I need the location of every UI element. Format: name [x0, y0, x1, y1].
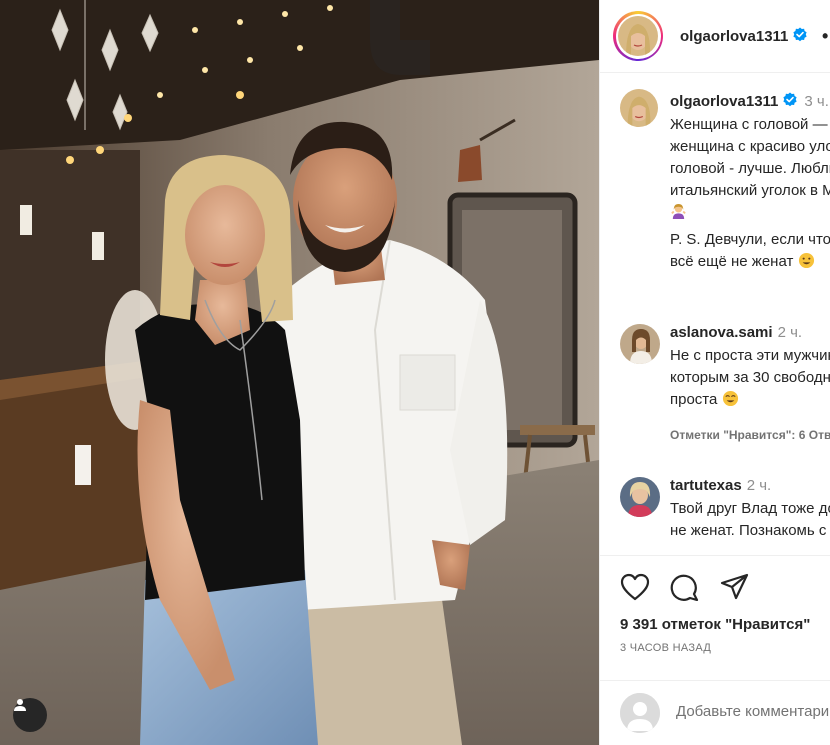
verified-badge-icon: [793, 27, 808, 42]
caption-timestamp[interactable]: 3 ч.: [804, 93, 829, 110]
comment-username[interactable]: aslanova.sami 2 ч.: [670, 324, 802, 341]
woman-shrugging-emoji-icon: [671, 203, 686, 220]
add-comment-input[interactable]: [676, 703, 830, 720]
heart-icon: [620, 573, 650, 601]
caption-ps-line: всё ещё не женат: [670, 251, 815, 273]
comment-text-line: проста: [670, 389, 739, 411]
author-avatar-ring[interactable]: [613, 11, 663, 61]
verified-badge-icon: [783, 92, 798, 107]
comment-username[interactable]: tartutexas 2 ч.: [670, 477, 771, 494]
caption-line: женщина с красиво уложенной: [670, 138, 830, 155]
comments-scroll-area[interactable]: olgaorlova1311 3 ч. Женщина с головой — …: [600, 74, 830, 554]
comment-username-text[interactable]: aslanova.sami: [670, 324, 773, 341]
more-horizontal-icon: •: [822, 26, 830, 46]
like-button[interactable]: [620, 573, 650, 606]
post-photo[interactable]: [0, 0, 599, 745]
comment-text-line: Не с проста эти мужчины,: [670, 347, 830, 364]
author-username-text[interactable]: olgaorlova1311: [680, 28, 788, 45]
caption-emoji-line: [670, 202, 687, 224]
comment-timestamp[interactable]: 2 ч.: [747, 477, 772, 494]
caption-line: итальянский уголок в Москве: [670, 182, 830, 199]
caption-ps-text: всё ещё не женат: [670, 253, 794, 270]
caption-author-avatar[interactable]: [620, 89, 658, 127]
comment-button[interactable]: [670, 573, 700, 606]
caption-username-text[interactable]: olgaorlova1311: [670, 93, 778, 110]
add-comment-bar: [600, 680, 830, 745]
comment-avatar[interactable]: [620, 324, 660, 364]
author-avatar: [618, 16, 658, 56]
author-username[interactable]: olgaorlova1311: [680, 27, 808, 45]
grinning-emoji-icon: [798, 252, 814, 269]
comment-text-line: не женат. Познакомь с ним): [670, 522, 830, 539]
user-tag-icon: [14, 699, 26, 711]
post-actions: 9 391 отметок "Нравится" 3 ЧАСОВ НАЗАД: [600, 555, 830, 745]
comment-icon: [670, 574, 699, 602]
caption-ps-line: P. S. Девчули, если что, Андрей: [670, 231, 830, 248]
paper-plane-icon: [720, 573, 749, 600]
more-options-button[interactable]: •: [822, 26, 829, 47]
smiling-emoji-icon: [722, 390, 738, 407]
comment-avatar[interactable]: [620, 477, 660, 517]
post-time-ago[interactable]: 3 ЧАСОВ НАЗАД: [620, 642, 711, 654]
caption-line: Женщина с головой — хорошо,: [670, 116, 830, 133]
post-header: olgaorlova1311 •: [600, 0, 830, 73]
share-button[interactable]: [720, 573, 750, 606]
photo-illustration: [0, 0, 599, 745]
current-user-avatar: [620, 693, 660, 733]
tagged-users-button[interactable]: [13, 698, 47, 732]
comment-username-text[interactable]: tartutexas: [670, 477, 742, 494]
post-side-panel: olgaorlova1311 • olgaorlova1311 3 ч. Жен…: [599, 0, 830, 745]
caption-line: головой - лучше. Люблю этот: [670, 160, 830, 177]
caption-author-username[interactable]: olgaorlova1311 3 ч.: [670, 92, 829, 110]
comment-text-line: которым за 30 свободны, ой не с: [670, 369, 830, 386]
likes-count[interactable]: 9 391 отметок "Нравится": [620, 616, 810, 633]
comment-likes-count[interactable]: Отметки "Нравится": 6 Ответить: [670, 428, 830, 442]
comment-text: проста: [670, 391, 718, 408]
comment-timestamp[interactable]: 2 ч.: [778, 324, 803, 341]
comment-text-line: Твой друг Влад тоже до сих пор: [670, 500, 830, 517]
